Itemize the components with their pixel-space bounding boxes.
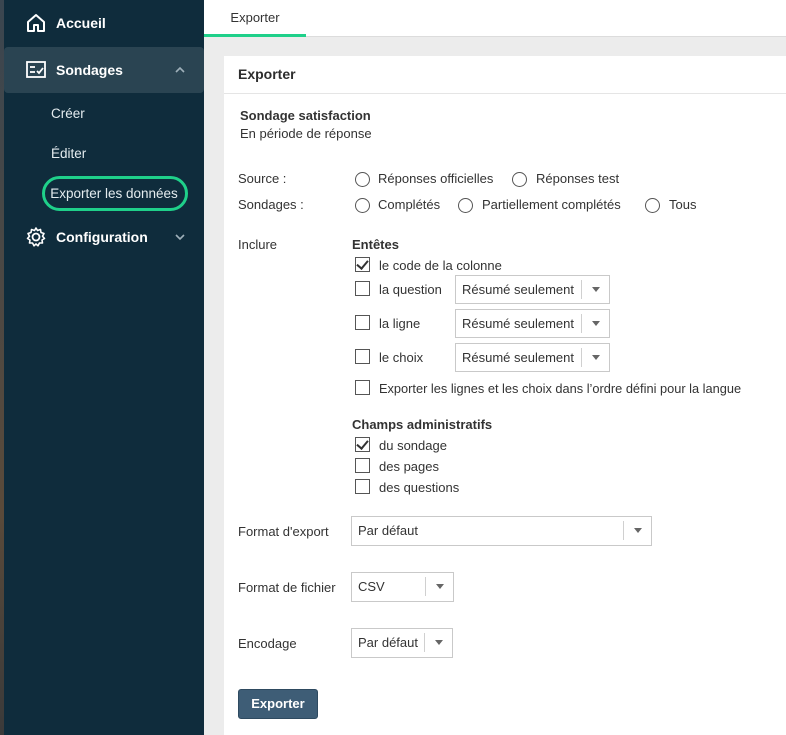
panel-title: Exporter	[238, 66, 296, 82]
tab-bar: Exporter	[204, 0, 786, 37]
radio-partiellement-completes[interactable]	[458, 198, 473, 213]
radio-label: Réponses test	[536, 171, 620, 186]
radio-reponses-officielles[interactable]	[355, 172, 370, 187]
format-export-select[interactable]: Par défaut	[351, 516, 652, 546]
radio-reponses-test[interactable]	[512, 172, 527, 187]
format-fichier-label: Format de fichier	[238, 580, 336, 595]
select-value: Par défaut	[358, 635, 418, 650]
caret-down-icon	[425, 577, 453, 596]
question-mode-select[interactable]: Résumé seulement	[455, 275, 610, 304]
sidebar-item-label: Accueil	[56, 15, 106, 31]
source-label: Source :	[238, 171, 287, 186]
checkbox-question[interactable]	[355, 281, 370, 296]
checkbox-label: du sondage	[379, 438, 447, 453]
radio-label: Partiellement complétés	[482, 197, 621, 212]
sidebar-item-sondages[interactable]: Sondages	[4, 47, 204, 93]
checkbox-code-colonne[interactable]	[355, 257, 370, 272]
export-panel: Exporter Sondage satisfaction En période…	[224, 56, 786, 735]
sidebar-edge	[0, 0, 4, 735]
survey-icon	[24, 58, 48, 82]
inclure-label: Inclure	[238, 237, 278, 252]
radio-completes[interactable]	[355, 198, 370, 213]
checkbox-label: le choix	[379, 350, 424, 365]
sidebar-item-accueil[interactable]: Accueil	[4, 0, 204, 46]
survey-name: Sondage satisfaction	[240, 108, 371, 123]
select-value: Résumé seulement	[462, 282, 574, 297]
radio-label: Complétés	[378, 197, 441, 212]
sidebar-subitem-editer[interactable]: Éditer	[51, 146, 86, 161]
caret-down-icon	[623, 521, 651, 540]
caret-down-icon	[581, 348, 609, 367]
entetes-title: Entêtes	[352, 237, 399, 252]
sidebar-subitem-creer[interactable]: Créer	[51, 106, 85, 121]
select-value: Résumé seulement	[462, 316, 574, 331]
sidebar-item-label: Sondages	[56, 62, 123, 78]
encodage-label: Encodage	[238, 636, 297, 651]
radio-label: Réponses officielles	[378, 171, 494, 186]
checkbox-ligne[interactable]	[355, 315, 370, 330]
checkbox-label: la ligne	[379, 316, 421, 331]
home-icon	[24, 11, 48, 35]
sondages-label: Sondages :	[238, 197, 304, 212]
chevron-up-icon[interactable]	[174, 64, 186, 76]
checkbox-des-pages[interactable]	[355, 458, 370, 473]
export-button[interactable]: Exporter	[238, 689, 318, 719]
checkbox-label: des pages	[379, 459, 439, 474]
checkbox-ordre-langue[interactable]	[355, 380, 370, 395]
checkbox-label: la question	[379, 282, 442, 297]
tab-exporter[interactable]: Exporter	[204, 0, 306, 37]
checkbox-label: le code de la colonne	[379, 258, 502, 273]
admin-fields-title: Champs administratifs	[352, 417, 493, 432]
format-export-label: Format d'export	[238, 524, 329, 539]
checkbox-label: des questions	[379, 480, 460, 495]
format-fichier-select[interactable]: CSV	[351, 572, 454, 602]
gear-icon	[24, 225, 48, 249]
radio-tous[interactable]	[645, 198, 660, 213]
caret-down-icon	[581, 314, 609, 333]
select-value: Résumé seulement	[462, 350, 574, 365]
checkbox-des-questions[interactable]	[355, 479, 370, 494]
chevron-down-icon[interactable]	[174, 231, 186, 243]
radio-label: Tous	[669, 197, 697, 212]
encodage-select[interactable]: Par défaut	[351, 628, 453, 658]
survey-status: En période de réponse	[240, 126, 372, 141]
sidebar-subitem-label: Exporter les données	[50, 186, 178, 201]
checkbox-label: Exporter les lignes et les choix dans l’…	[379, 381, 742, 396]
sidebar-subitem-exporter-donnees[interactable]: Exporter les données	[42, 176, 188, 211]
ligne-mode-select[interactable]: Résumé seulement	[455, 309, 610, 338]
select-value: CSV	[358, 579, 385, 594]
caret-down-icon	[424, 633, 452, 652]
caret-down-icon	[581, 280, 609, 299]
checkbox-choix[interactable]	[355, 349, 370, 364]
select-value: Par défaut	[358, 523, 418, 538]
choix-mode-select[interactable]: Résumé seulement	[455, 343, 610, 372]
sidebar-item-label: Configuration	[56, 229, 148, 245]
sidebar: Accueil Sondages Créer Éditer Exporter l…	[0, 0, 204, 735]
sidebar-item-configuration[interactable]: Configuration	[4, 214, 204, 260]
checkbox-du-sondage[interactable]	[355, 437, 370, 452]
divider	[224, 93, 786, 94]
